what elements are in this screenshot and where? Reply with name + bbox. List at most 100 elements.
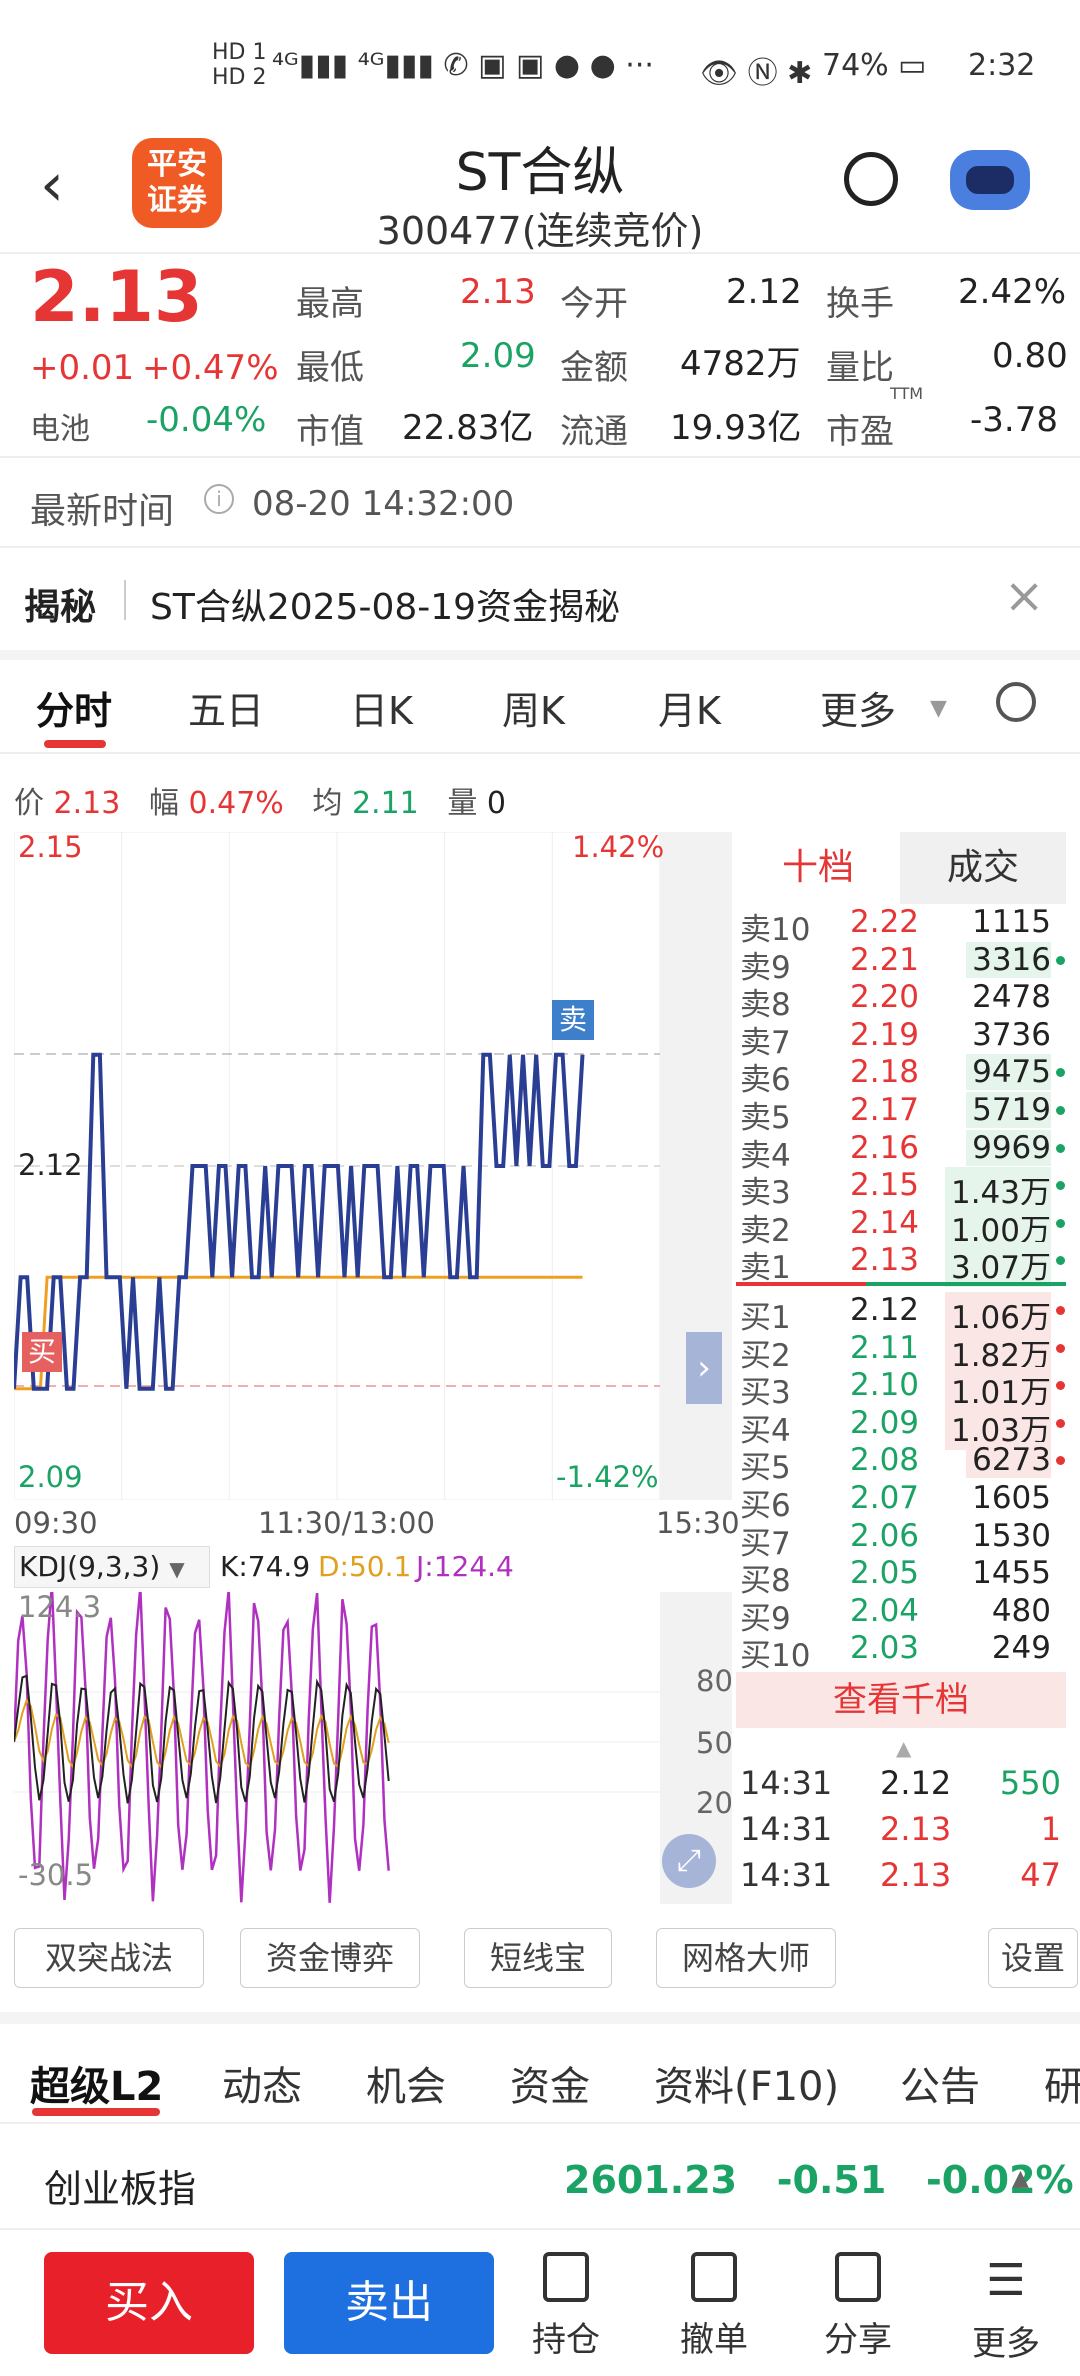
trade-row: 14:31 2.13 47 [740,1856,1065,1894]
more-button[interactable]: ☰ 更多 [956,2252,1056,2365]
ask-row[interactable]: 卖4 2.16 9969 [740,1129,1065,1174]
cancel-order-button[interactable]: 撤单 [664,2252,764,2361]
price-change: +0.01 [30,348,135,388]
tab-five-day[interactable]: 五日 [188,680,264,735]
tool-settings[interactable]: 设置 [988,1928,1078,1988]
tool-capital-game[interactable]: 资金博弈 [240,1928,420,1988]
index-name[interactable]: 创业板指 [44,2158,196,2213]
tool-short-term[interactable]: 短线宝 [464,1928,612,1988]
tab-monthly-k[interactable]: 月K [658,680,721,735]
bid-change-dot [1056,1343,1065,1353]
clock: 2:32 [968,48,1036,83]
info-line: 价 2.13 幅 0.47% 均 2.11 量 0 [14,778,506,822]
bid-row[interactable]: 买8 2.05 1455 [740,1555,1065,1599]
fullscreen-icon[interactable]: ⤢ [662,1834,716,1888]
ask-change-dot [1056,1218,1065,1228]
holdings-button[interactable]: 持仓 [516,2252,616,2361]
buy-marker: 买 [22,1332,62,1372]
chevron-up-icon[interactable]: ▲ [1012,2166,1029,2191]
bid-row[interactable]: 买2 2.11 1.82万 [740,1329,1065,1375]
sell-marker: 卖 [552,1000,594,1040]
ask-row[interactable]: 卖6 2.18 9475 [740,1054,1065,1098]
close-icon[interactable]: × [1004,568,1044,624]
open-label: 今开 [560,284,628,324]
ask-level: 卖1 [740,1250,791,1287]
trade-row: 14:31 2.12 550 [740,1764,1065,1802]
ask-price: 2.22 [850,904,920,940]
open-value: 2.12 [726,272,802,312]
bid-row[interactable]: 买1 2.12 1.06万 [740,1292,1065,1337]
subtab-f10[interactable]: 资料(F10) [654,2054,839,2112]
trade-volume: 47 [1020,1856,1061,1894]
tab-more[interactable]: 更多 [820,680,896,735]
bid-row[interactable]: 买4 2.09 1.03万 [740,1404,1065,1450]
ask-row[interactable]: 卖9 2.21 3316 [740,941,1065,986]
expand-orderbook-button[interactable]: › [686,1332,722,1404]
indicator-name: KDJ(9,3,3) [19,1550,161,1583]
share-button[interactable]: 分享 [808,2252,908,2361]
tool-grid-master[interactable]: 网格大师 [656,1928,836,1988]
bid-row[interactable]: 买9 2.04 480 [740,1593,1065,1637]
bid-price: 2.12 [850,1292,920,1328]
tab-intraday[interactable]: 分时 [36,680,112,735]
ask-price: 2.18 [850,1054,920,1091]
bid-row[interactable]: 买6 2.07 1605 [740,1480,1065,1524]
market-cap-label: 市值 [296,412,364,452]
x-label-start: 09:30 [14,1506,98,1540]
signal-icon: ⁴ᴳ▮▮▮ ⁴ᴳ▮▮▮ ✆ ▣ ▣ ● ● ··· [272,48,654,83]
tab-weekly-k[interactable]: 周K [502,680,565,735]
bid-row[interactable]: 买5 2.08 6273 [740,1442,1065,1486]
subtab-news[interactable]: 动态 [222,2054,302,2112]
subtab-l2[interactable]: 超级L2 [30,2054,163,2112]
kdj-d-line [14,1698,390,1770]
info-icon[interactable]: i [204,484,234,514]
search-icon[interactable] [844,152,898,206]
stock-name: ST合纵 [455,143,625,203]
ask-row[interactable]: 卖5 2.17 5719 [740,1092,1065,1136]
volume-ratio-value: 0.80 [992,336,1068,376]
stock-code-line: 300477(连续竞价) [0,200,1080,255]
bid-row[interactable]: 买3 2.10 1.01万 [740,1367,1065,1413]
gear-icon[interactable] [996,682,1036,722]
bid-level: 买10 [740,1638,811,1675]
tab-daily-k[interactable]: 日K [350,680,413,735]
robot-assistant-icon[interactable] [950,150,1030,210]
intraday-chart[interactable] [14,832,660,1500]
indicator-select[interactable]: KDJ(9,3,3) ▼ [14,1546,210,1588]
view-thousand-button[interactable]: 查看千档 [736,1672,1066,1728]
tool-double-breakout[interactable]: 双突战法 [14,1928,204,1988]
ask-row[interactable]: 卖3 2.15 1.43万 [740,1167,1065,1213]
kdj-bottom-label: -30.5 [18,1858,94,1892]
tab-ten-levels[interactable]: 十档 [736,832,900,904]
ask-row[interactable]: 卖10 2.22 1115 [740,904,1065,948]
trade-time: 14:31 [740,1856,833,1894]
bid-change-dot [1056,1306,1065,1315]
subtab-capital[interactable]: 资金 [510,2054,590,2112]
ask-change-dot [1056,955,1065,965]
subtab-announcement[interactable]: 公告 [900,2054,980,2112]
ask-row[interactable]: 卖7 2.19 3736 [740,1017,1065,1061]
ask-volume: 1115 [972,904,1051,940]
bid-price: 2.11 [850,1329,920,1366]
x-label-end: 15:30 [656,1506,740,1540]
ask-row[interactable]: 卖1 2.13 3.07万 [740,1242,1065,1288]
bid-row[interactable]: 买7 2.06 1530 [740,1517,1065,1562]
ask-row[interactable]: 卖2 2.14 1.00万 [740,1204,1065,1250]
bid-volume: 1530 [972,1517,1051,1554]
reveal-link[interactable]: ST合纵2025-08-19资金揭秘 [150,578,620,630]
tab-trades[interactable]: 成交 [900,832,1066,904]
collapse-icon[interactable]: ▲ [896,1736,911,1760]
pe-label: 市盈 [826,412,894,452]
bid-price: 2.08 [850,1442,920,1479]
buy-button[interactable]: 买入 [44,2252,254,2354]
sell-button[interactable]: 卖出 [284,2252,494,2354]
trade-volume: 1 [1040,1810,1061,1848]
more-label: 更多 [972,2324,1040,2364]
index-pct: -0.02% [926,2158,1074,2202]
subtab-research[interactable]: 研 [1044,2054,1080,2112]
bid-row[interactable]: 买10 2.03 249 [740,1630,1065,1674]
subtab-opportunity[interactable]: 机会 [366,2054,446,2112]
ask-row[interactable]: 卖8 2.20 2478 [740,979,1065,1023]
battery-icon: ▭ [898,48,927,83]
pct-label-top: 1.42% [572,830,665,864]
